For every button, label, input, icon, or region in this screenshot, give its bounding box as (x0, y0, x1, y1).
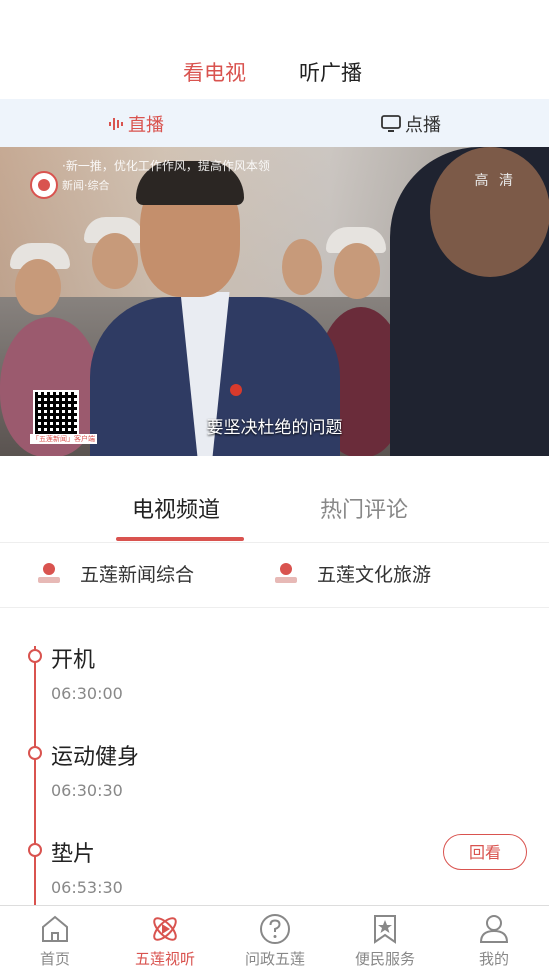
lapel-badge (230, 384, 242, 396)
nav-politics[interactable]: 问政五莲 (220, 912, 330, 969)
channel-logo-text: 新闻·综合 (62, 179, 110, 192)
channel-list: 五莲新闻综合 五莲文化旅游 (0, 545, 549, 608)
channel-logo: 新闻·综合 (30, 171, 110, 199)
channel-item[interactable]: 五莲文化旅游 (273, 560, 431, 587)
program-time: 06:30:30 (51, 781, 123, 800)
timeline-dot (28, 843, 42, 857)
top-tabs: 看电视 听广播 (0, 48, 549, 94)
nav-media[interactable]: 五莲视听 (110, 912, 220, 969)
video-player[interactable]: ·新一推，优化工作作风，提高作风本领 新闻·综合 高 清 「五莲新闻」客户端 要… (0, 147, 549, 456)
replay-button[interactable]: 回看 (443, 834, 527, 870)
program-title: 开机 (51, 648, 96, 673)
program-time: 06:53:30 (51, 878, 123, 897)
channel-name: 五莲新闻综合 (80, 564, 195, 586)
nav-politics-label: 问政五莲 (244, 950, 305, 968)
nav-media-label: 五莲视听 (134, 950, 195, 968)
channel-tabs: 电视频道 热门评论 (0, 474, 549, 543)
timeline-dot (28, 649, 42, 663)
sound-wave-icon (109, 118, 123, 130)
question-icon (260, 914, 290, 944)
live-label: 直播 (128, 115, 164, 136)
bottom-nav: 首页 五莲视听 问政五莲 便民服务 我的 (0, 905, 549, 978)
foreground-head (430, 147, 549, 277)
channel-logo-icon (273, 561, 299, 587)
schedule-item[interactable]: 开机 06:30:00 (0, 623, 549, 719)
quality-button[interactable]: 高 清 (475, 170, 516, 190)
channel-name: 五莲文化旅游 (317, 564, 432, 586)
schedule-item[interactable]: 运动健身 06:30:30 (0, 720, 549, 816)
program-title: 垫片 (51, 842, 96, 867)
program-title: 运动健身 (51, 745, 140, 770)
crowd-face (92, 233, 138, 289)
live-vod-bar: 直播 点播 (0, 99, 549, 147)
tab-radio[interactable]: 听广播 (299, 57, 362, 87)
vod-tab[interactable]: 点播 (381, 111, 441, 137)
tab-hot-comments[interactable]: 热门评论 (320, 492, 408, 524)
tv-icon (381, 115, 401, 132)
timeline-dot (28, 746, 42, 760)
atom-icon (153, 917, 177, 941)
nav-mine[interactable]: 我的 (439, 912, 549, 969)
active-tab-indicator (116, 537, 244, 541)
channel-item[interactable]: 五莲新闻综合 (36, 560, 194, 587)
video-subtitle: 要坚决杜绝的问题 (206, 418, 343, 438)
program-schedule: 开机 06:30:00 运动健身 06:30:30 垫片 06:53:30 回看 (0, 608, 549, 906)
bookmark-star-icon (374, 915, 396, 944)
nav-mine-label: 我的 (478, 950, 509, 968)
nav-home-label: 首页 (39, 950, 70, 968)
nav-services-label: 便民服务 (354, 950, 415, 968)
nav-home[interactable]: 首页 (0, 912, 110, 969)
program-time: 06:30:00 (51, 684, 123, 703)
crowd-face (334, 243, 380, 299)
user-icon (479, 915, 509, 943)
tab-tv-channels[interactable]: 电视频道 (132, 492, 220, 524)
crowd-face (15, 259, 61, 315)
crowd-face (282, 239, 322, 295)
tab-tv[interactable]: 看电视 (183, 57, 246, 87)
channel-logo-icon (36, 561, 62, 587)
live-tab[interactable]: 直播 (108, 111, 164, 137)
nav-services[interactable]: 便民服务 (330, 912, 440, 969)
home-icon (42, 915, 68, 942)
station-logo-icon (30, 171, 58, 199)
vod-label: 点播 (405, 115, 441, 136)
